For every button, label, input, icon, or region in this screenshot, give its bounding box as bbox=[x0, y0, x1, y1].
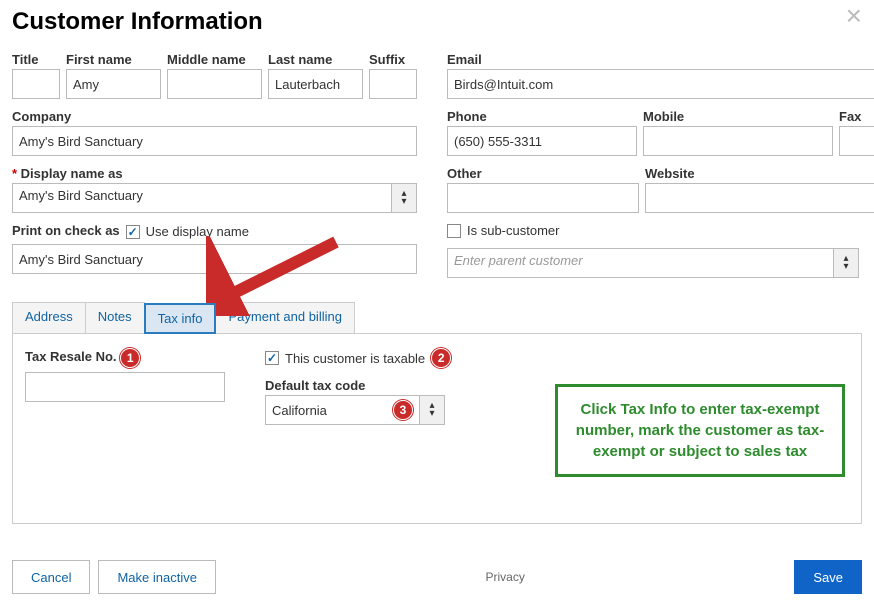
mobile-label: Mobile bbox=[643, 109, 833, 124]
phone-label: Phone bbox=[447, 109, 637, 124]
default-tax-code-select[interactable]: California 3 ▴▾ bbox=[265, 395, 445, 425]
parent-customer-select[interactable]: Enter parent customer ▴▾ bbox=[447, 248, 859, 278]
other-input[interactable] bbox=[447, 183, 639, 213]
parent-customer-placeholder: Enter parent customer bbox=[447, 248, 833, 278]
page-title: Customer Information bbox=[12, 8, 862, 36]
tax-resale-label: Tax Resale No. bbox=[25, 349, 117, 364]
website-label: Website bbox=[645, 166, 874, 181]
fax-input[interactable] bbox=[839, 126, 874, 156]
chevron-updown-icon[interactable]: ▴▾ bbox=[419, 395, 445, 425]
printcheck-input bbox=[12, 244, 417, 274]
company-label: Company bbox=[12, 109, 417, 124]
mobile-input[interactable] bbox=[643, 126, 833, 156]
middlename-label: Middle name bbox=[167, 52, 262, 67]
lastname-label: Last name bbox=[268, 52, 363, 67]
default-tax-code-label: Default tax code bbox=[265, 378, 451, 393]
firstname-input[interactable] bbox=[66, 69, 161, 99]
left-column: Title First name Middle name Last name S… bbox=[12, 52, 417, 284]
suffix-label: Suffix bbox=[369, 52, 417, 67]
customer-taxable-checkbox[interactable] bbox=[265, 351, 279, 365]
displayname-value: Amy's Bird Sanctuary bbox=[12, 183, 391, 213]
chevron-updown-icon[interactable]: ▴▾ bbox=[833, 248, 859, 278]
footer: Cancel Make inactive Privacy Save bbox=[12, 560, 862, 594]
phone-input[interactable] bbox=[447, 126, 637, 156]
cancel-button[interactable]: Cancel bbox=[12, 560, 90, 594]
tab-payment-billing[interactable]: Payment and billing bbox=[215, 302, 354, 333]
title-input[interactable] bbox=[12, 69, 60, 99]
fax-label: Fax bbox=[839, 109, 874, 124]
is-subcustomer-checkbox[interactable] bbox=[447, 224, 461, 238]
save-button[interactable]: Save bbox=[794, 560, 862, 594]
displayname-label: Display name as bbox=[12, 166, 417, 181]
email-label: Email bbox=[447, 52, 874, 67]
website-input[interactable] bbox=[645, 183, 874, 213]
use-displayname-label: Use display name bbox=[146, 224, 249, 239]
make-inactive-button[interactable]: Make inactive bbox=[98, 560, 215, 594]
email-input[interactable] bbox=[447, 69, 874, 99]
customer-taxable-label: This customer is taxable bbox=[285, 351, 425, 366]
company-input[interactable] bbox=[12, 126, 417, 156]
firstname-label: First name bbox=[66, 52, 161, 67]
badge-1: 1 bbox=[120, 348, 140, 368]
other-label: Other bbox=[447, 166, 639, 181]
title-label: Title bbox=[12, 52, 60, 67]
printcheck-label: Print on check as bbox=[12, 223, 120, 238]
tab-address[interactable]: Address bbox=[12, 302, 86, 333]
right-column: Email Phone Mobile Fax Other Web bbox=[447, 52, 874, 284]
tab-tax-info[interactable]: Tax info bbox=[144, 303, 217, 334]
close-icon[interactable]: × bbox=[846, 0, 862, 32]
badge-3: 3 bbox=[393, 400, 413, 420]
tab-panel-tax: Tax Resale No. 1 This customer is taxabl… bbox=[12, 334, 862, 524]
default-tax-code-value: California bbox=[272, 403, 327, 418]
tab-notes[interactable]: Notes bbox=[85, 302, 145, 333]
chevron-updown-icon[interactable]: ▴▾ bbox=[391, 183, 417, 213]
privacy-link[interactable]: Privacy bbox=[485, 570, 524, 584]
lastname-input[interactable] bbox=[268, 69, 363, 99]
displayname-select[interactable]: Amy's Bird Sanctuary ▴▾ bbox=[12, 183, 417, 213]
is-subcustomer-label: Is sub-customer bbox=[467, 223, 559, 238]
tabs: Address Notes Tax info Payment and billi… bbox=[12, 302, 862, 334]
badge-2: 2 bbox=[431, 348, 451, 368]
tax-resale-input[interactable] bbox=[25, 372, 225, 402]
suffix-input[interactable] bbox=[369, 69, 417, 99]
use-displayname-checkbox[interactable] bbox=[126, 225, 140, 239]
middlename-input[interactable] bbox=[167, 69, 262, 99]
instruction-callout: Click Tax Info to enter tax-exempt numbe… bbox=[555, 384, 845, 477]
